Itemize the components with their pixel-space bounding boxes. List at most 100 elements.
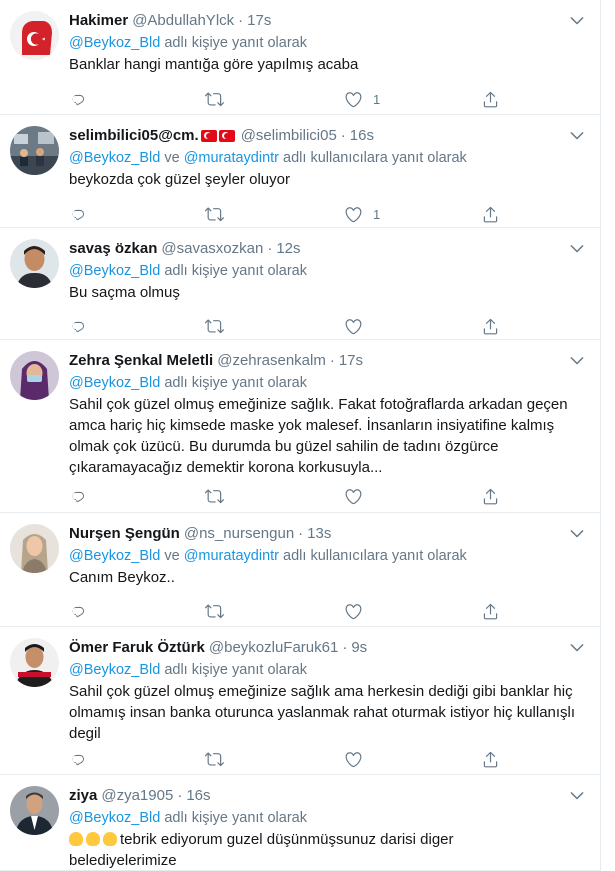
author-name[interactable]: Hakimer <box>69 12 128 29</box>
author-handle[interactable]: @AbdullahYlck <box>132 12 234 29</box>
tweet[interactable]: selimbilici05@cm. @selimbilici05 · 16s @Beyk… <box>0 115 600 228</box>
avatar[interactable] <box>10 786 59 835</box>
reply-button[interactable] <box>69 600 88 622</box>
tweet-header: Nurşen Şengün @ns_nursengun · 13s <box>69 524 586 544</box>
share-icon <box>481 487 500 506</box>
author-handle[interactable]: @beykozluFaruk61 <box>209 639 338 656</box>
retweet-icon <box>205 750 224 769</box>
author-handle[interactable]: @selimbilici05 <box>241 127 337 144</box>
like-button[interactable]: 1 <box>344 88 380 110</box>
author-name[interactable]: Nurşen Şengün <box>69 525 180 542</box>
tweet[interactable]: ziya @zya1905 · 16s @Beykoz_Bld adlı kişiye … <box>0 775 600 871</box>
retweet-button[interactable] <box>205 748 224 770</box>
clapping-hands-icon <box>69 832 83 846</box>
reply-suffix: adlı kişiye yanıt olarak <box>164 810 307 826</box>
share-button[interactable] <box>481 748 500 770</box>
retweet-button[interactable] <box>205 315 224 337</box>
reply-button[interactable] <box>69 203 88 225</box>
timestamp[interactable]: 12s <box>276 240 300 257</box>
tweet[interactable]: savaş özkan @savasxozkan · 12s @Beykoz_Bld a… <box>0 228 600 340</box>
timestamp[interactable]: 9s <box>351 639 367 656</box>
share-button[interactable] <box>481 485 500 507</box>
avatar[interactable] <box>10 638 59 687</box>
like-button[interactable] <box>344 748 363 770</box>
chevron-down-icon[interactable] <box>568 524 586 542</box>
tweet[interactable]: Ömer Faruk Öztürk @beykozluFaruk61 · 9s @Bey… <box>0 627 600 775</box>
retweet-button[interactable] <box>205 88 224 110</box>
chevron-down-icon[interactable] <box>568 786 586 804</box>
like-button[interactable] <box>344 485 363 507</box>
tweet-text-content: beykozda çok güzel şeyler oluyor <box>69 171 290 188</box>
avatar[interactable] <box>10 126 59 175</box>
mention-link[interactable]: @Beykoz_Bld <box>69 263 160 279</box>
avatar[interactable] <box>10 351 59 400</box>
mention-link[interactable]: @Beykoz_Bld <box>69 375 160 391</box>
author-name[interactable]: Ömer Faruk Öztürk <box>69 639 205 656</box>
reply-join: ve <box>164 150 180 166</box>
retweet-button[interactable] <box>205 203 224 225</box>
share-button[interactable] <box>481 203 500 225</box>
tweet-body: Hakimer @AbdullahYlck · 17s @Beykoz_Bld adlı… <box>69 11 586 75</box>
author-name[interactable]: ziya <box>69 787 97 804</box>
mention-link[interactable]: @Beykoz_Bld <box>69 548 160 564</box>
tweet[interactable]: Zehra Şenkal Meletli @zehrasenkalm · 17s @Be… <box>0 340 600 513</box>
tweet-body: Zehra Şenkal Meletli @zehrasenkalm · 17s @Be… <box>69 351 586 478</box>
share-icon <box>481 602 500 621</box>
timestamp[interactable]: 13s <box>307 525 331 542</box>
retweet-button[interactable] <box>205 485 224 507</box>
avatar[interactable] <box>10 524 59 573</box>
tweet-body: selimbilici05@cm. @selimbilici05 · 16s @Beyk… <box>69 126 586 190</box>
tweet[interactable]: Hakimer @AbdullahYlck · 17s @Beykoz_Bld adlı… <box>0 0 600 115</box>
mention-link[interactable]: @Beykoz_Bld <box>69 150 160 166</box>
author-name[interactable]: savaş özkan <box>69 240 157 257</box>
reply-suffix: adlı kişiye yanıt olarak <box>164 375 307 391</box>
share-button[interactable] <box>481 315 500 337</box>
mention-link[interactable]: @Beykoz_Bld <box>69 662 160 678</box>
reply-button[interactable] <box>69 485 88 507</box>
retweet-icon <box>205 90 224 109</box>
retweet-button[interactable] <box>205 600 224 622</box>
heart-icon <box>344 602 363 621</box>
author-handle[interactable]: @zya1905 <box>101 787 173 804</box>
retweet-icon <box>205 317 224 336</box>
reply-button[interactable] <box>69 315 88 337</box>
reply-context: @Beykoz_Bld ve @murataydintr adlı kullan… <box>69 147 586 169</box>
mention-link[interactable]: @murataydintr <box>184 548 279 564</box>
reply-button[interactable] <box>69 88 88 110</box>
tweet-actions <box>69 748 509 770</box>
tweet-text-content: Bu saçma olmuş <box>69 284 180 301</box>
tweet-body: savaş özkan @savasxozkan · 12s @Beykoz_Bld a… <box>69 239 586 303</box>
avatar[interactable] <box>10 239 59 288</box>
reply-context: @Beykoz_Bld adlı kişiye yanıt olarak <box>69 807 586 829</box>
chevron-down-icon[interactable] <box>568 638 586 656</box>
timestamp[interactable]: 17s <box>247 12 271 29</box>
reply-button[interactable] <box>69 748 88 770</box>
chevron-down-icon[interactable] <box>568 11 586 29</box>
avatar[interactable] <box>10 11 59 60</box>
author-name[interactable]: selimbilici05@cm. <box>69 127 199 144</box>
mention-link[interactable]: @murataydintr <box>184 150 279 166</box>
mention-link[interactable]: @Beykoz_Bld <box>69 810 160 826</box>
share-button[interactable] <box>481 600 500 622</box>
author-handle[interactable]: @ns_nursengun <box>184 525 294 542</box>
author-handle[interactable]: @zehrasenkalm <box>217 352 326 369</box>
tweet-text-content: amca hariç hiç kimsede maske yok malesef… <box>69 417 555 434</box>
tweet-header: Zehra Şenkal Meletli @zehrasenkalm · 17s <box>69 351 586 371</box>
mention-link[interactable]: @Beykoz_Bld <box>69 35 160 51</box>
chevron-down-icon[interactable] <box>568 351 586 369</box>
like-button[interactable]: 1 <box>344 203 380 225</box>
chevron-down-icon[interactable] <box>568 126 586 144</box>
tweet[interactable]: Nurşen Şengün @ns_nursengun · 13s @Beykoz_Bl… <box>0 513 600 627</box>
author-name[interactable]: Zehra Şenkal Meletli <box>69 352 213 369</box>
like-button[interactable] <box>344 315 363 337</box>
reply-icon <box>69 602 88 621</box>
chevron-down-icon[interactable] <box>568 239 586 257</box>
timestamp[interactable]: 16s <box>350 127 374 144</box>
timestamp[interactable]: 16s <box>186 787 210 804</box>
author-handle[interactable]: @savasxozkan <box>161 240 263 257</box>
tweet-text-line: çıkaramayacağız demektir korona korkusuy… <box>69 457 586 478</box>
reply-icon <box>69 317 88 336</box>
share-button[interactable] <box>481 88 500 110</box>
like-button[interactable] <box>344 600 363 622</box>
timestamp[interactable]: 17s <box>339 352 363 369</box>
